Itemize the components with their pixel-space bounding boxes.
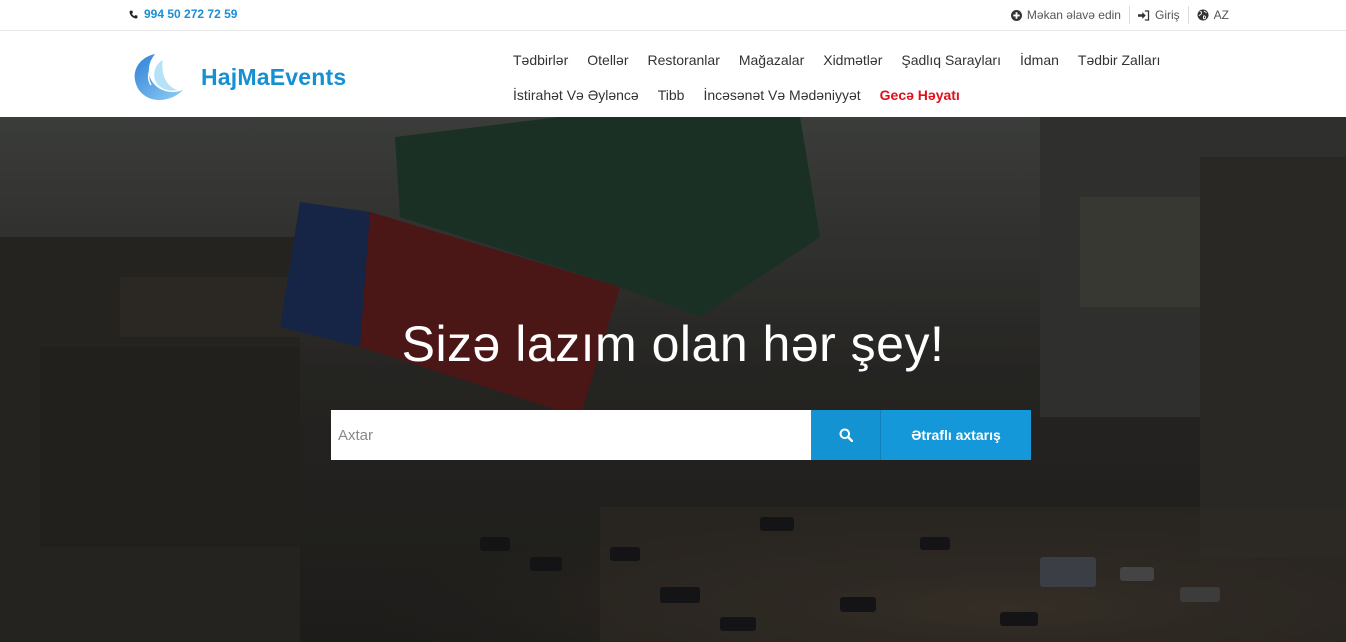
nav-item-medicine[interactable]: Tibb [648, 87, 694, 103]
advanced-search-button[interactable]: Ətraflı axtarış [881, 410, 1031, 460]
search-bar: Ətraflı axtarış [331, 410, 1031, 460]
nav-item-services[interactable]: Xidmətlər [814, 52, 892, 68]
site-logo[interactable]: HajMaEvents [133, 52, 346, 102]
top-links: Məkan əlavə edin Giriş AZ [1003, 6, 1229, 24]
search-button[interactable] [811, 410, 881, 460]
phone-link[interactable]: 994 50 272 72 59 [129, 7, 237, 21]
top-bar: 994 50 272 72 59 Məkan əlavə edin Giriş … [0, 0, 1346, 31]
search-icon [839, 428, 853, 442]
nav-item-wedding-halls[interactable]: Şadlıq Sarayları [892, 52, 1011, 68]
nav-item-leisure[interactable]: İstirahət Və Əyləncə [505, 87, 648, 103]
logo-mark-icon [134, 54, 183, 100]
language-label: AZ [1213, 8, 1229, 22]
logo-text: HajMaEvents [201, 63, 347, 90]
add-place-link[interactable]: Məkan əlavə edin [1003, 6, 1129, 24]
site-header: HajMaEvents Tədbirlər Otellər Restoranla… [0, 32, 1346, 117]
plus-circle-icon [1010, 9, 1022, 21]
language-selector[interactable]: AZ [1187, 6, 1229, 24]
sign-in-icon [1137, 9, 1150, 21]
hero-title: Sizə lazım olan hər şey! [401, 316, 945, 372]
nav-item-shops[interactable]: Mağazalar [729, 52, 813, 68]
login-label: Giriş [1154, 8, 1180, 22]
nav-item-restaurants[interactable]: Restoranlar [638, 52, 729, 68]
nav-item-art-culture[interactable]: İncəsənət Və Mədəniyyət [694, 87, 870, 103]
globe-icon [1197, 9, 1209, 21]
nav-item-sport[interactable]: İdman [1010, 52, 1068, 68]
nav-item-nightlife[interactable]: Gecə Həyatı [870, 87, 969, 103]
hero-section: Sizə lazım olan hər şey! Ətraflı axtarış [0, 117, 1346, 642]
phone-number[interactable]: 994 50 272 72 59 [144, 7, 237, 21]
nav-item-hotels[interactable]: Otellər [578, 52, 638, 68]
phone-icon [129, 10, 138, 18]
nav-item-event-halls[interactable]: Tədbir Zalları [1068, 52, 1169, 68]
nav-row-1: Tədbirlər Otellər Restoranlar Mağazalar … [505, 42, 1205, 77]
nav-row-2: İstirahət Və Əyləncə Tibb İncəsənət Və M… [505, 77, 1205, 112]
nav-item-events[interactable]: Tədbirlər [505, 52, 578, 68]
hero-background-image [0, 117, 1346, 642]
add-place-label: Məkan əlavə edin [1026, 8, 1121, 22]
main-navigation: Tədbirlər Otellər Restoranlar Mağazalar … [505, 42, 1205, 112]
login-link[interactable]: Giriş [1128, 6, 1188, 24]
search-input[interactable] [331, 410, 811, 460]
